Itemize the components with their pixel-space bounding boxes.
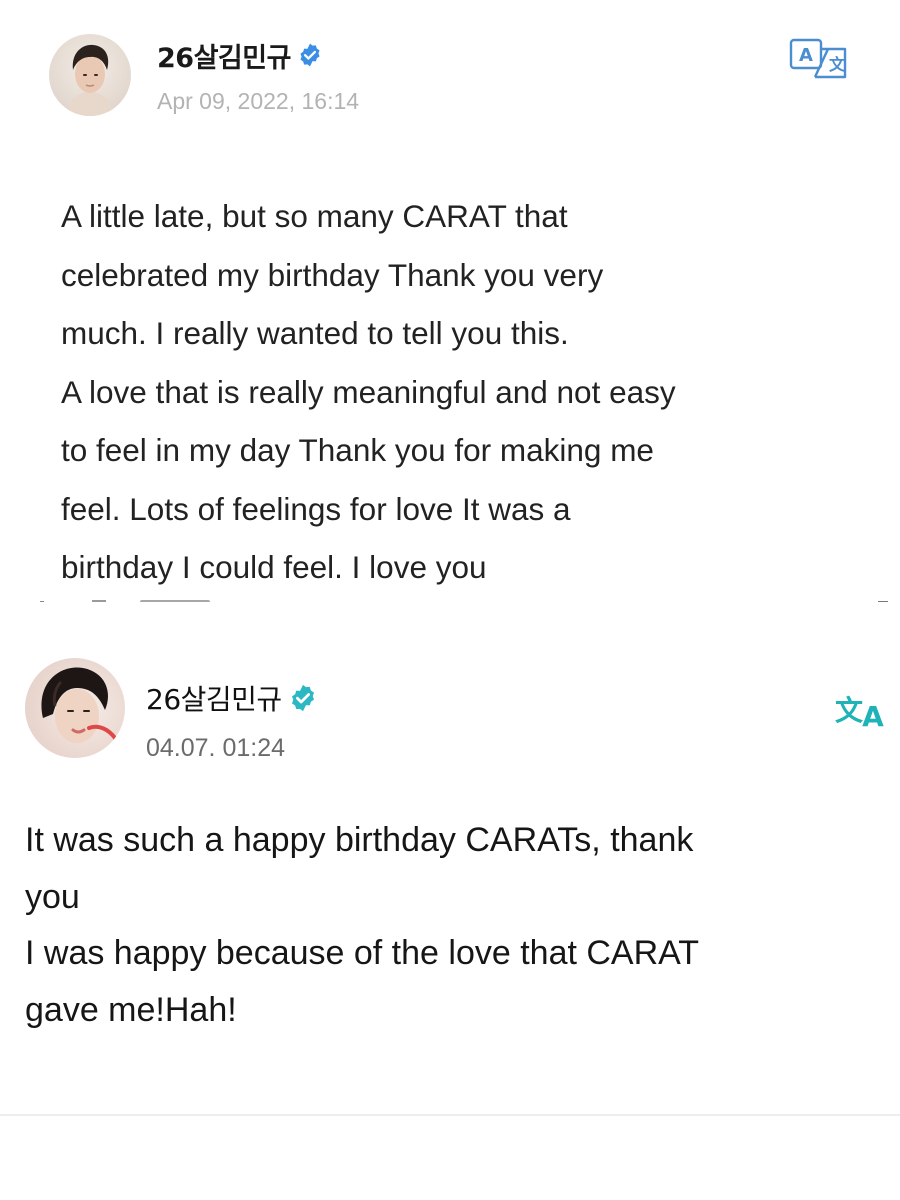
- post-body-text: A little late, but so many CARAT that ce…: [61, 198, 676, 585]
- svg-text:A: A: [799, 45, 813, 66]
- post-card: 26살김민규 Apr 09, 2022, 16:14 A 文 A little …: [0, 0, 900, 602]
- author-name[interactable]: 26살김민규: [146, 678, 282, 718]
- author-name[interactable]: 26살김민규: [157, 36, 291, 75]
- translate-button[interactable]: A 文: [788, 37, 850, 79]
- author-row: 26살김민규: [146, 678, 318, 718]
- post-timestamp: Apr 09, 2022, 16:14: [157, 88, 360, 114]
- translate-icon: 文 A: [832, 690, 892, 730]
- svg-text:A: A: [862, 700, 884, 730]
- svg-text:文: 文: [835, 694, 863, 727]
- translate-icon: A 文: [788, 37, 850, 79]
- verified-badge-icon: [288, 683, 318, 713]
- avatar[interactable]: [49, 34, 131, 116]
- post-card: 26살김민규 04.07. 01:24 文 A It was such a ha…: [0, 612, 900, 1200]
- author-row: 26살김민규: [157, 35, 323, 75]
- cropped-edge: [0, 594, 900, 602]
- post-timestamp: 04.07. 01:24: [146, 734, 286, 762]
- verified-badge-icon: [297, 42, 323, 68]
- translate-button[interactable]: 文 A: [832, 690, 892, 730]
- divider: [0, 1114, 900, 1116]
- post-body-text: It was such a happy birthday CARATs, tha…: [25, 821, 700, 1029]
- svg-text:文: 文: [829, 55, 846, 74]
- avatar[interactable]: [25, 658, 125, 758]
